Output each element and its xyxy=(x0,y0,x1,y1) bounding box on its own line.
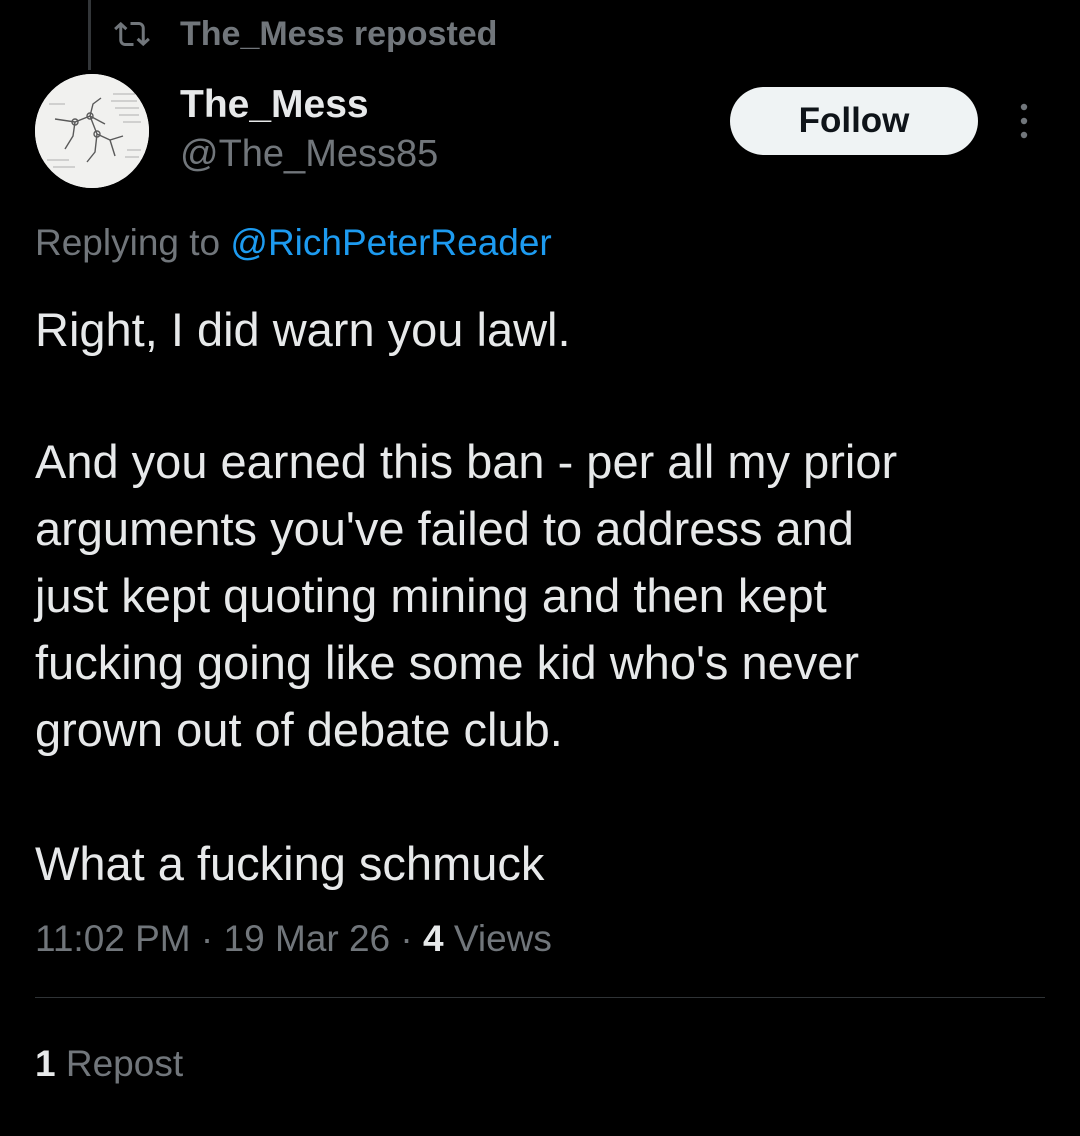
replying-to-label: Replying to xyxy=(35,222,221,263)
repost-label: Repost xyxy=(65,1043,184,1084)
tweet-meta: 11:02 PM · 19 Mar 26 · 4 Views xyxy=(35,914,552,964)
thread-connector-line xyxy=(88,0,91,70)
follow-button[interactable]: Follow xyxy=(730,87,978,155)
tweet-date[interactable]: 19 Mar 26 xyxy=(224,918,391,959)
repost-icon xyxy=(114,16,150,52)
tweet-text-line: What a fucking schmuck xyxy=(35,837,545,890)
meta-separator: · xyxy=(400,918,413,959)
tweet-time[interactable]: 11:02 PM xyxy=(35,918,191,959)
more-options-button[interactable] xyxy=(1004,96,1044,146)
more-vertical-icon xyxy=(1020,103,1028,139)
repost-header-text: The_Mess reposted xyxy=(180,14,498,53)
replying-to-line: Replying to @RichPeterReader xyxy=(35,220,552,266)
avatar[interactable] xyxy=(35,74,149,188)
tweet-text-line: grown out of debate club. xyxy=(35,703,563,756)
views-count: 4 xyxy=(423,918,444,959)
avatar-sketch-image xyxy=(35,74,149,188)
reply-mention-link[interactable]: @RichPeterReader xyxy=(230,222,551,263)
views-label: Views xyxy=(453,918,552,959)
tweet-text-line: arguments you've failed to address and xyxy=(35,502,854,555)
tweet-text-line: fucking going like some kid who's never xyxy=(35,636,860,689)
repost-header[interactable]: The_Mess reposted xyxy=(114,12,497,56)
repost-stats[interactable]: 1 Repost xyxy=(35,1040,183,1088)
meta-separator: · xyxy=(200,918,214,959)
divider xyxy=(35,997,1045,998)
repost-count: 1 xyxy=(35,1043,56,1084)
tweet-text-line: just kept quoting mining and then kept xyxy=(35,569,827,622)
author-display-name[interactable]: The_Mess xyxy=(180,82,369,128)
tweet-text-line: Right, I did warn you lawl. xyxy=(35,303,571,356)
author-handle[interactable]: @The_Mess85 xyxy=(180,132,438,176)
tweet-text-line: And you earned this ban - per all my pri… xyxy=(35,435,898,488)
